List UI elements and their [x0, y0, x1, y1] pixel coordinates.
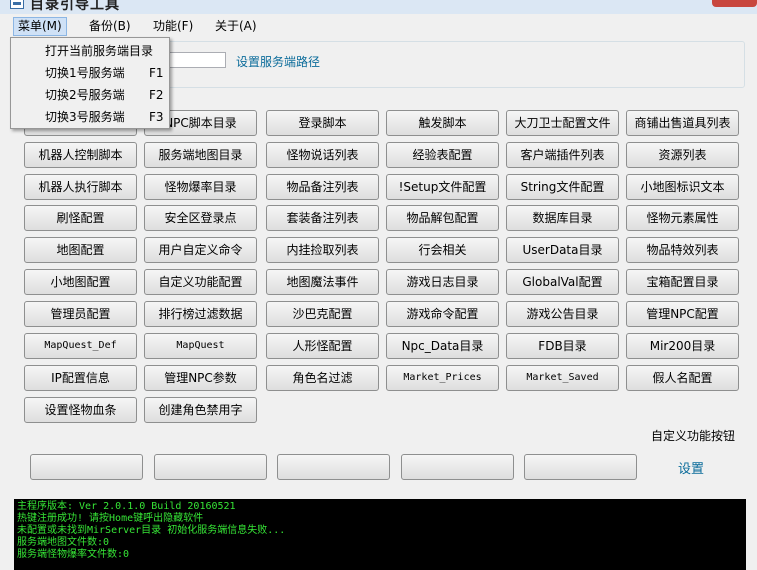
function-button[interactable]: Npc_Data目录	[386, 333, 499, 359]
function-button[interactable]: 安全区登录点	[144, 205, 257, 231]
function-button[interactable]: 机器人执行脚本	[24, 174, 137, 200]
function-button[interactable]: 物品特效列表	[626, 237, 739, 263]
log-line: 服务端怪物爆率文件数:0	[17, 549, 130, 560]
function-button[interactable]: 管理NPC配置	[626, 301, 739, 327]
function-button[interactable]: 排行榜过滤数据	[144, 301, 257, 327]
function-button[interactable]: 假人名配置	[626, 365, 739, 391]
switch-server-2-item[interactable]: 切换2号服务端 F2	[12, 84, 168, 106]
function-button[interactable]: 怪物说话列表	[266, 142, 379, 168]
dropdown-item-shortcut: F3	[149, 110, 164, 124]
function-button[interactable]: 用户自定义命令	[144, 237, 257, 263]
window-title: 目录引导工具	[30, 0, 120, 13]
dropdown-item-label: 切换3号服务端	[45, 110, 125, 124]
function-button[interactable]: 商铺出售道具列表	[626, 110, 739, 136]
function-button[interactable]: 小地图配置	[24, 269, 137, 295]
custom-button-3[interactable]	[277, 454, 390, 480]
switch-server-1-item[interactable]: 切换1号服务端 F1	[12, 62, 168, 84]
custom-button-2[interactable]	[154, 454, 267, 480]
function-button[interactable]: 机器人控制脚本	[24, 142, 137, 168]
function-button[interactable]: FDB目录	[506, 333, 619, 359]
function-button[interactable]: 经验表配置	[386, 142, 499, 168]
function-button[interactable]: 资源列表	[626, 142, 739, 168]
function-button[interactable]: 管理员配置	[24, 301, 137, 327]
function-button[interactable]: 角色名过滤	[266, 365, 379, 391]
function-button[interactable]: 地图魔法事件	[266, 269, 379, 295]
function-button[interactable]: 服务端地图目录	[144, 142, 257, 168]
dropdown-item-label: 切换1号服务端	[45, 66, 125, 80]
function-button[interactable]: 登录脚本	[266, 110, 379, 136]
switch-server-3-item[interactable]: 切换3号服务端 F3	[12, 106, 168, 128]
function-button[interactable]: 物品解包配置	[386, 205, 499, 231]
function-button[interactable]: GlobalVal配置	[506, 269, 619, 295]
function-button[interactable]: 沙巴克配置	[266, 301, 379, 327]
log-line: 热键注册成功! 请按Home键呼出隐藏软件	[17, 513, 204, 524]
function-button[interactable]: 套装备注列表	[266, 205, 379, 231]
custom-button-4[interactable]	[401, 454, 514, 480]
custom-button-5[interactable]	[524, 454, 637, 480]
log-line: 服务端地图文件数:0	[17, 537, 110, 548]
function-button[interactable]: 怪物爆率目录	[144, 174, 257, 200]
function-button[interactable]: !Setup文件配置	[386, 174, 499, 200]
menu-dropdown: 打开当前服务端目录 切换1号服务端 F1 切换2号服务端 F2 切换3号服务端 …	[10, 37, 170, 129]
function-button[interactable]: 游戏日志目录	[386, 269, 499, 295]
log-console: 主程序版本: Ver 2.0.1.0 Build 20160521 热键注册成功…	[14, 499, 746, 570]
function-button[interactable]: 触发脚本	[386, 110, 499, 136]
function-button[interactable]: String文件配置	[506, 174, 619, 200]
function-button[interactable]: 管理NPC参数	[144, 365, 257, 391]
function-button[interactable]: 行会相关	[386, 237, 499, 263]
function-button[interactable]: 创建角色禁用字	[144, 397, 257, 423]
menu-menu[interactable]: 菜单(M)	[13, 17, 67, 36]
function-button[interactable]: 大刀卫士配置文件	[506, 110, 619, 136]
dropdown-item-label: 打开当前服务端目录	[45, 44, 154, 58]
function-button[interactable]: UserData目录	[506, 237, 619, 263]
log-line: 主程序版本: Ver 2.0.1.0 Build 20160521	[17, 501, 236, 512]
function-button[interactable]: 自定义功能配置	[144, 269, 257, 295]
function-button[interactable]: 地图配置	[24, 237, 137, 263]
dropdown-item-label: 切换2号服务端	[45, 88, 125, 102]
menu-bar: 菜单(M) 备份(B) 功能(F) 关于(A)	[0, 15, 757, 37]
function-button[interactable]: 客户端插件列表	[506, 142, 619, 168]
menu-backup[interactable]: 备份(B)	[85, 17, 135, 36]
function-button[interactable]: Market_Saved	[506, 365, 619, 391]
menu-about[interactable]: 关于(A)	[211, 17, 261, 36]
menu-function[interactable]: 功能(F)	[149, 17, 197, 36]
function-button[interactable]: 怪物元素属性	[626, 205, 739, 231]
function-button[interactable]: MapQuest	[144, 333, 257, 359]
function-button[interactable]: 刷怪配置	[24, 205, 137, 231]
app-icon	[10, 0, 24, 9]
custom-buttons-label: 自定义功能按钮	[651, 429, 736, 443]
server-path-input[interactable]	[168, 52, 226, 68]
function-button[interactable]: Market_Prices	[386, 365, 499, 391]
custom-settings-link[interactable]: 设置	[678, 458, 704, 477]
log-line: 未配置或未找到MirServer目录 初始化服务端信息失败...	[17, 525, 286, 536]
open-server-dir-item[interactable]: 打开当前服务端目录	[12, 40, 168, 62]
function-button[interactable]: 内挂捡取列表	[266, 237, 379, 263]
function-button[interactable]: 小地图标识文本	[626, 174, 739, 200]
function-button[interactable]: 宝箱配置目录	[626, 269, 739, 295]
function-button[interactable]: MapQuest_Def	[24, 333, 137, 359]
function-button[interactable]: IP配置信息	[24, 365, 137, 391]
dropdown-item-shortcut: F1	[149, 66, 164, 80]
function-button[interactable]: 游戏公告目录	[506, 301, 619, 327]
set-server-path-link[interactable]: 设置服务端路径	[236, 53, 320, 70]
function-button[interactable]: 设置怪物血条	[24, 397, 137, 423]
custom-button-1[interactable]	[30, 454, 143, 480]
function-button[interactable]: 人形怪配置	[266, 333, 379, 359]
function-button[interactable]: Mir200目录	[626, 333, 739, 359]
function-button[interactable]: 物品备注列表	[266, 174, 379, 200]
dropdown-item-shortcut: F2	[149, 88, 164, 102]
function-button[interactable]: 游戏命令配置	[386, 301, 499, 327]
close-button[interactable]	[712, 0, 757, 7]
title-bar: 目录引导工具	[0, 0, 757, 14]
function-button[interactable]: 数据库目录	[506, 205, 619, 231]
